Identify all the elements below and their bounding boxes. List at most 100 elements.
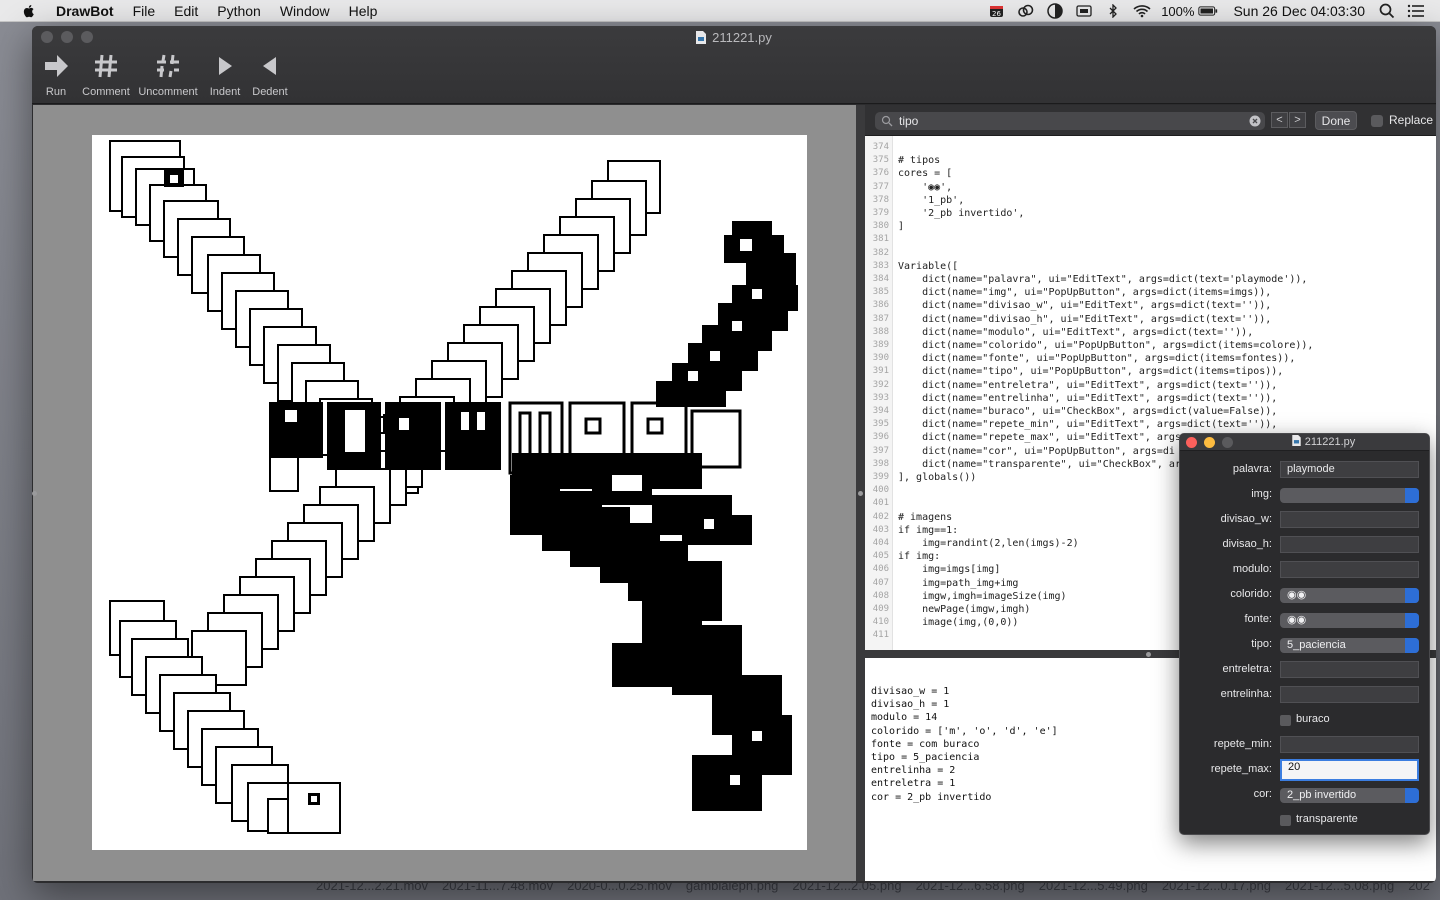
code-text: ] [898,221,905,233]
dedent-button[interactable]: Dedent [247,52,293,98]
find-previous-button[interactable]: < [1271,112,1288,128]
dark-mode-icon[interactable] [1045,3,1065,19]
transparente-checkbox[interactable] [1280,815,1291,826]
code-line: 376 cores = [ [865,167,1436,180]
variables-palette: 211221.py palavra: playmode img: divisao… [1179,433,1430,835]
tipo-popup[interactable]: 5_paciencia [1280,638,1419,653]
line-number: 400 [872,485,889,496]
line-number: 409 [872,604,889,614]
menu-edit[interactable]: Edit [174,3,198,19]
cor-label: cor: [1253,788,1272,800]
cor-popup[interactable]: 2_pb invertido [1280,788,1419,803]
menu-file[interactable]: File [133,3,156,19]
uncomment-button[interactable]: Uncomment [133,52,203,98]
entreletra-field[interactable] [1280,661,1419,678]
menu-extra-icon[interactable] [1074,4,1094,18]
line-number: 386 [872,300,889,311]
svg-text:26: 26 [992,10,1001,18]
comment-button[interactable]: Comment [79,52,133,98]
battery-icon[interactable] [1198,4,1218,18]
divisao-w-field[interactable] [1280,511,1419,528]
img-popup[interactable] [1280,488,1419,503]
entreletra-label: entreletra: [1222,663,1272,675]
line-number: 381 [872,234,889,245]
spotlight-search-icon[interactable] [1377,3,1397,19]
bluetooth-icon[interactable] [1103,4,1123,18]
code-text: dict(name="cor", ui="PopUpButton", args=… [898,445,1175,457]
menu-clock[interactable]: Sun 26 Dec 04:03:30 [1233,3,1365,19]
palavra-field[interactable]: playmode [1280,461,1419,478]
code-line: 387 dict(name="divisao_h", ui="EditText"… [865,313,1436,326]
code-line: 391 dict(name="tipo", ui="PopUpButton", … [865,365,1436,378]
code-line: 390 dict(name="fonte", ui="PopUpButton",… [865,352,1436,365]
notification-center-icon[interactable] [1406,4,1426,18]
code-line: 381 [865,233,1436,246]
fonte-popup[interactable]: ◉◉ [1280,613,1419,628]
comment-label: Comment [82,86,130,98]
menu-help[interactable]: Help [349,3,378,19]
line-number: 383 [872,260,889,271]
fonte-popup-value: ◉◉ [1287,614,1307,626]
code-line: 378 '1_pb', [865,194,1436,207]
menu-window[interactable]: Window [280,3,330,19]
colorido-popup[interactable]: ◉◉ [1280,588,1419,603]
code-text: dict(name="transparente", ui="CheckBox",… [898,458,1181,470]
repete-max-field[interactable]: 20 [1280,759,1419,781]
find-next-button[interactable]: > [1289,112,1306,128]
apple-menu-icon[interactable] [21,3,37,19]
find-input[interactable]: tipo [875,112,1265,130]
img-label: img: [1251,488,1272,500]
find-done-button[interactable]: Done [1315,111,1357,130]
line-number: 387 [872,313,889,324]
replace-checkbox[interactable] [1371,115,1383,127]
vertical-split-divider[interactable] [856,105,865,881]
line-number: 388 [872,326,889,337]
line-number: 402 [872,511,889,522]
line-number: 395 [872,419,889,430]
palette-document-icon [1291,435,1301,446]
fantastical-icon[interactable]: 26 [987,4,1007,18]
code-text: dict(name="entreletra", ui="EditText", a… [898,379,1278,391]
tipo-label: tipo: [1251,638,1272,650]
battery-percentage: 100% [1161,3,1195,19]
palette-title-text: 211221.py [1304,436,1356,448]
buraco-checkbox[interactable] [1280,715,1291,726]
modulo-field[interactable] [1280,561,1419,578]
left-split-handle[interactable] [32,491,37,496]
output-line: modulo = 14 [871,712,938,724]
repete-min-field[interactable] [1280,736,1419,753]
fonte-label: fonte: [1244,613,1272,625]
clear-search-icon[interactable] [1249,115,1261,127]
code-text: dict(name="tipo", ui="PopUpButton", args… [898,366,1284,378]
hash-icon [95,54,117,78]
line-number: 406 [872,564,889,575]
playmode-artwork [92,135,807,850]
menu-app-name[interactable]: DrawBot [56,3,114,19]
horizontal-divider-handle[interactable] [1146,652,1151,657]
wifi-icon[interactable] [1132,4,1152,18]
indent-button[interactable]: Indent [203,52,247,98]
code-text: '1_pb', [898,194,965,206]
line-number: 374 [872,142,889,152]
creative-cloud-icon[interactable] [1016,4,1036,18]
dedent-arrow-icon [263,57,276,75]
run-button[interactable]: Run [33,52,79,98]
replace-label: Replace [1389,113,1434,127]
vertical-divider-handle[interactable] [858,491,863,496]
output-line: divisao_w = 1 [871,686,950,697]
transparente-label: transparente [1296,813,1358,825]
entrelinha-field[interactable] [1280,686,1419,703]
canvas-preview[interactable] [32,105,856,881]
code-text: cores = [ [898,168,953,180]
code-text: # tipos [898,155,941,167]
divisao-w-label: divisao_w: [1220,513,1272,525]
code-text: newPage(imgw,imgh) [898,604,1031,615]
divisao-h-field[interactable] [1280,536,1419,553]
search-icon [881,115,893,127]
code-line: 383 Variable([ [865,260,1436,273]
menu-python[interactable]: Python [217,3,261,19]
line-number: 379 [872,208,889,218]
run-arrow-icon [45,55,68,77]
code-line: 374 [865,141,1436,154]
output-line: tipo = 5_paciencia [871,752,980,763]
